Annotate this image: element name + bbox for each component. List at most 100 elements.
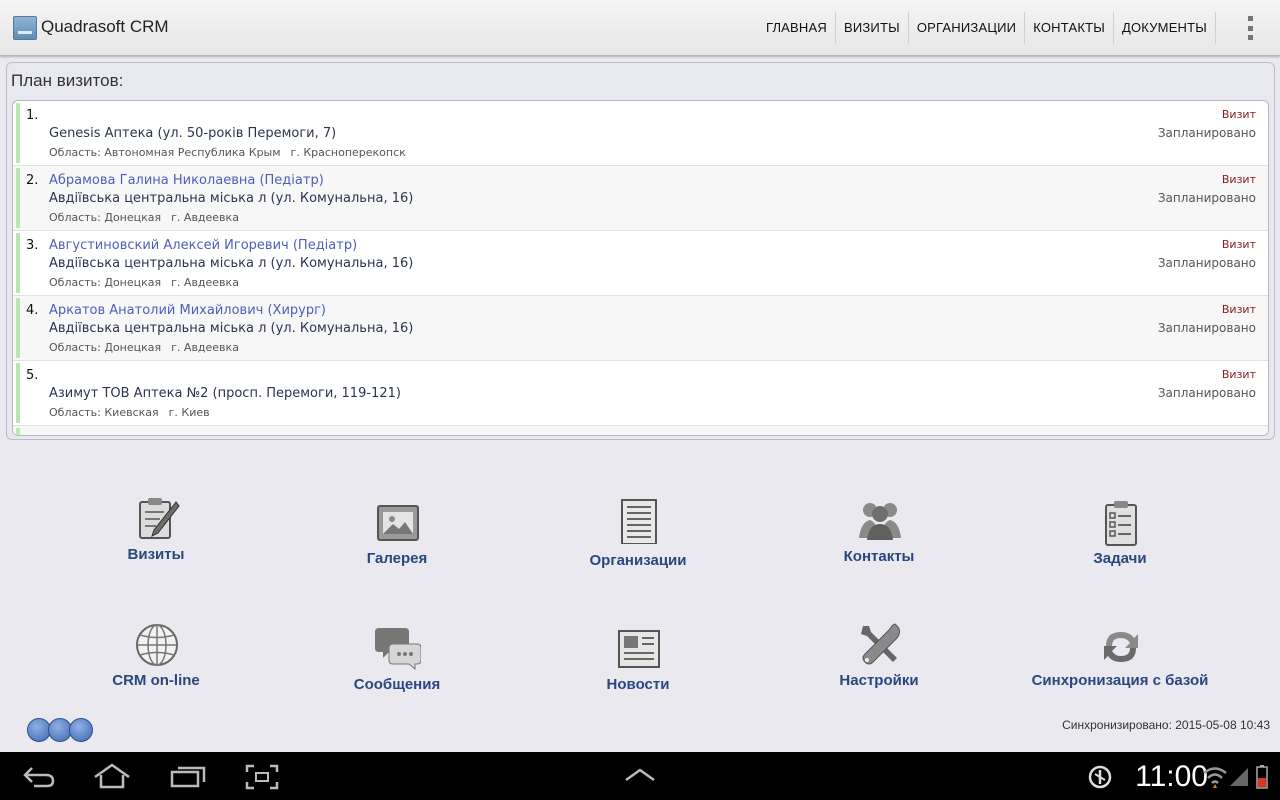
- visit-row[interactable]: 1. Genesis Аптека (ул. 50-років Перемоги…: [13, 101, 1268, 166]
- chevron-up-icon[interactable]: [623, 767, 657, 783]
- row-organization: Авдіївська центральна міська л (ул. Кому…: [49, 321, 414, 336]
- row-visit-status: Запланировано: [1157, 321, 1256, 335]
- row-status-bar: [16, 363, 20, 423]
- row-visit-type: Визит: [1221, 238, 1256, 251]
- row-status-bar: [16, 298, 20, 358]
- battery-icon: [1256, 765, 1268, 789]
- tile-crm-online[interactable]: CRM on-line: [46, 622, 266, 722]
- recent-apps-icon[interactable]: [170, 764, 206, 788]
- nav-home[interactable]: ГЛАВНАЯ: [758, 12, 836, 44]
- tile-messages[interactable]: Сообщения: [287, 624, 507, 724]
- app-title: Quadrasoft CRM: [41, 17, 169, 36]
- home-icon[interactable]: [92, 763, 132, 789]
- visit-row[interactable]: [13, 426, 1268, 435]
- tile-news[interactable]: Новости: [528, 626, 748, 726]
- row-organization: Авдіївська центральна міська л (ул. Кому…: [49, 256, 414, 271]
- row-oblast: Область: Киевская: [49, 406, 159, 419]
- row-person: Августиновский Алексей Игоревич (Педіатр…: [49, 238, 358, 253]
- back-icon[interactable]: [22, 764, 56, 788]
- visit-plan-title: План визитов:: [11, 71, 124, 90]
- row-organization: Азимут ТОВ Аптека №2 (просп. Перемоги, 1…: [49, 386, 401, 401]
- tile-settings[interactable]: Настройки: [769, 622, 989, 722]
- row-organization: Genesis Аптека (ул. 50-років Перемоги, 7…: [49, 126, 337, 141]
- row-visit-type: Визит: [1221, 173, 1256, 186]
- row-oblast: Область: Донецкая: [49, 276, 162, 289]
- action-bar: Quadrasoft CRM ГЛАВНАЯ ВИЗИТЫ ОРГАНИЗАЦИ…: [0, 0, 1280, 56]
- newspaper-icon: [618, 630, 660, 668]
- row-number: 1.: [26, 108, 39, 123]
- tile-label: Задачи: [1093, 550, 1147, 567]
- tile-label: CRM on-line: [112, 672, 200, 689]
- row-status-bar: [16, 103, 20, 163]
- nav-contacts[interactable]: КОНТАКТЫ: [1025, 12, 1114, 44]
- row-city: г. Красноперекопск: [290, 146, 406, 159]
- row-city: г. Авдеевка: [171, 276, 239, 289]
- mail-quick-icon[interactable]: [69, 718, 93, 742]
- row-number: 5.: [26, 368, 39, 383]
- people-icon: [859, 503, 901, 540]
- tile-label: Синхронизация с базой: [1031, 672, 1209, 689]
- row-visit-status: Запланировано: [1157, 126, 1256, 140]
- row-city: г. Авдеевка: [171, 341, 239, 354]
- screenshot-icon[interactable]: [245, 764, 279, 790]
- row-number: 2.: [26, 173, 39, 188]
- row-status-bar: [16, 233, 20, 293]
- row-visit-type: Визит: [1221, 368, 1256, 381]
- tile-gallery[interactable]: Галерея: [287, 500, 507, 600]
- visit-list[interactable]: 1. Genesis Аптека (ул. 50-років Перемоги…: [12, 100, 1269, 436]
- tile-label: Контакты: [843, 548, 915, 565]
- row-visit-status: Запланировано: [1157, 191, 1256, 205]
- row-person: Абрамова Галина Николаевна (Педіатр): [49, 173, 324, 188]
- tile-visits[interactable]: Визиты: [46, 496, 266, 596]
- tile-label: Галерея: [366, 550, 428, 567]
- chat-bubbles-icon: [375, 628, 421, 670]
- tile-sync[interactable]: Синхронизация с базой: [1010, 624, 1230, 724]
- signal-icon: [1230, 768, 1248, 786]
- tile-contacts[interactable]: Контакты: [769, 498, 989, 598]
- row-oblast: Область: Донецкая: [49, 341, 162, 354]
- visit-plan-panel: План визитов: 1. Genesis Аптека (ул. 50-…: [6, 62, 1275, 440]
- row-person: Аркатов Анатолий Михайлович (Хирург): [49, 303, 326, 318]
- checklist-icon: [1105, 501, 1137, 546]
- document-list-icon: [621, 499, 657, 544]
- row-oblast: Область: Автономная Республика Крым: [49, 146, 281, 159]
- visit-row[interactable]: 3. Августиновский Алексей Игоревич (Педі…: [13, 231, 1268, 296]
- visit-row[interactable]: 4. Аркатов Анатолий Михайлович (Хирург) …: [13, 296, 1268, 361]
- nav-documents[interactable]: ДОКУМЕНТЫ: [1114, 12, 1216, 44]
- row-number: 4.: [26, 303, 39, 318]
- clipboard-pencil-icon: [139, 498, 180, 539]
- tile-label: Организации: [589, 552, 687, 569]
- nav-organizations[interactable]: ОРГАНИЗАЦИИ: [909, 12, 1026, 44]
- row-region: Область: Киевская г. Киев: [49, 406, 210, 419]
- row-region: Область: Донецкая г. Авдеевка: [49, 276, 239, 289]
- tools-icon: [861, 623, 901, 665]
- row-city: г. Авдеевка: [171, 211, 239, 224]
- system-clock: 11:00: [1135, 760, 1208, 793]
- visit-row[interactable]: 5. Азимут ТОВ Аптека №2 (просп. Перемоги…: [13, 361, 1268, 426]
- globe-icon: [136, 624, 178, 666]
- sync-status: Синхронизировано: 2015-05-08 10:43: [1062, 718, 1270, 732]
- row-number: 3.: [26, 238, 39, 253]
- row-region: Область: Автономная Республика Крым г. Кр…: [49, 146, 406, 159]
- row-visit-status: Запланировано: [1157, 386, 1256, 400]
- row-oblast: Область: Донецкая: [49, 211, 162, 224]
- row-visit-status: Запланировано: [1157, 256, 1256, 270]
- usb-debug-icon: [1088, 765, 1112, 789]
- photo-box-icon: [377, 505, 419, 541]
- row-visit-type: Визит: [1221, 303, 1256, 316]
- tile-label: Настройки: [839, 672, 919, 689]
- system-bar: 11:00: [0, 752, 1280, 800]
- nav-visits[interactable]: ВИЗИТЫ: [836, 12, 909, 44]
- overflow-menu-icon[interactable]: [1246, 16, 1254, 40]
- tile-organizations[interactable]: Организации: [528, 498, 748, 598]
- row-status-bar: [16, 428, 20, 435]
- row-city: г. Киев: [168, 406, 210, 419]
- tile-tasks[interactable]: Задачи: [1010, 500, 1230, 600]
- quick-actions: [27, 718, 95, 744]
- sync-arrows-icon: [1104, 632, 1138, 662]
- row-visit-type: Визит: [1221, 108, 1256, 121]
- tile-label: Сообщения: [353, 676, 441, 693]
- tile-label: Новости: [606, 676, 670, 693]
- row-region: Область: Донецкая г. Авдеевка: [49, 211, 239, 224]
- visit-row[interactable]: 2. Абрамова Галина Николаевна (Педіатр) …: [13, 166, 1268, 231]
